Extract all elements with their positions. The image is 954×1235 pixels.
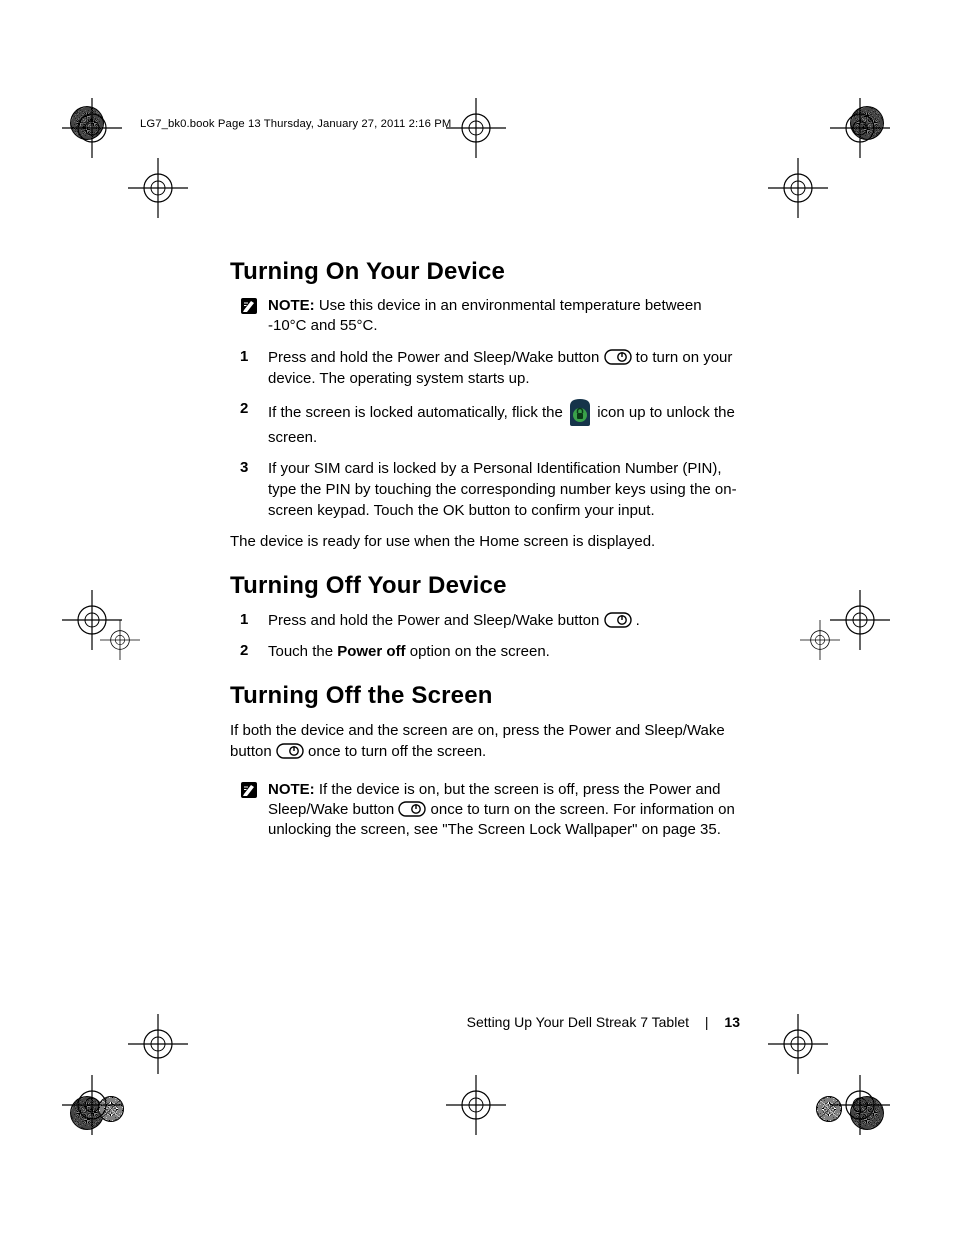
page-footer: Setting Up Your Dell Streak 7 Tablet | 1… — [230, 1014, 740, 1030]
crop-mark-icon — [830, 1075, 890, 1135]
crop-mark-icon — [800, 620, 860, 680]
note-icon — [240, 296, 268, 320]
paragraph: If both the device and the screen are on… — [230, 720, 740, 762]
power-button-icon — [276, 743, 304, 759]
list-item: 2 Touch the Power off option on the scre… — [240, 641, 740, 662]
crop-mark-icon — [768, 1014, 828, 1074]
heading-turning-off-device: Turning Off Your Device — [230, 572, 740, 600]
step-number: 1 — [240, 347, 268, 365]
list-item: 2 If the screen is locked automatically,… — [240, 399, 740, 448]
step-number: 1 — [240, 610, 268, 628]
power-button-icon — [604, 349, 632, 365]
power-button-icon — [398, 801, 426, 817]
crop-mark-icon — [446, 98, 506, 158]
note-text: NOTE: Use this device in an environmenta… — [268, 296, 740, 337]
crop-mark-icon — [62, 1075, 122, 1135]
step-number: 3 — [240, 458, 268, 476]
note-label: NOTE: — [268, 781, 315, 798]
crop-mark-icon — [62, 98, 122, 158]
step-number: 2 — [240, 399, 268, 417]
note-label: NOTE: — [268, 297, 315, 314]
list-item: 1 Press and hold the Power and Sleep/Wak… — [240, 347, 740, 389]
lock-icon — [567, 398, 593, 426]
crop-mark-icon — [446, 1075, 506, 1135]
note-block: NOTE: Use this device in an environmenta… — [240, 296, 740, 337]
heading-turning-off-screen: Turning Off the Screen — [230, 682, 740, 710]
chapter-title: Setting Up Your Dell Streak 7 Tablet — [467, 1014, 689, 1030]
note-block: NOTE: If the device is on, but the scree… — [240, 780, 740, 841]
page-number: 13 — [724, 1014, 740, 1030]
power-button-icon — [604, 612, 632, 628]
step-text: If the screen is locked automatically, f… — [268, 399, 740, 448]
crop-mark-icon — [830, 98, 890, 158]
note-text: NOTE: If the device is on, but the scree… — [268, 780, 740, 841]
crop-mark-icon — [768, 158, 828, 218]
running-header: LG7_bk0.book Page 13 Thursday, January 2… — [140, 118, 451, 130]
note-icon — [240, 780, 268, 804]
step-text: Press and hold the Power and Sleep/Wake … — [268, 610, 740, 631]
steps-turning-on: 1 Press and hold the Power and Sleep/Wak… — [230, 347, 740, 521]
list-item: 1 Press and hold the Power and Sleep/Wak… — [240, 610, 740, 631]
crop-mark-icon — [128, 1014, 188, 1074]
paragraph: The device is ready for use when the Hom… — [230, 531, 740, 552]
heading-turning-on: Turning On Your Device — [230, 258, 740, 286]
steps-turning-off: 1 Press and hold the Power and Sleep/Wak… — [230, 610, 740, 662]
step-text: Press and hold the Power and Sleep/Wake … — [268, 347, 740, 389]
step-number: 2 — [240, 641, 268, 659]
page-content: Turning On Your Device NOTE: Use this de… — [230, 258, 740, 850]
crop-mark-icon — [128, 158, 188, 218]
crop-mark-icon — [100, 620, 160, 680]
list-item: 3 If your SIM card is locked by a Person… — [240, 458, 740, 521]
step-text: Touch the Power off option on the screen… — [268, 641, 740, 662]
separator: | — [705, 1014, 709, 1030]
step-text: If your SIM card is locked by a Personal… — [268, 458, 740, 521]
